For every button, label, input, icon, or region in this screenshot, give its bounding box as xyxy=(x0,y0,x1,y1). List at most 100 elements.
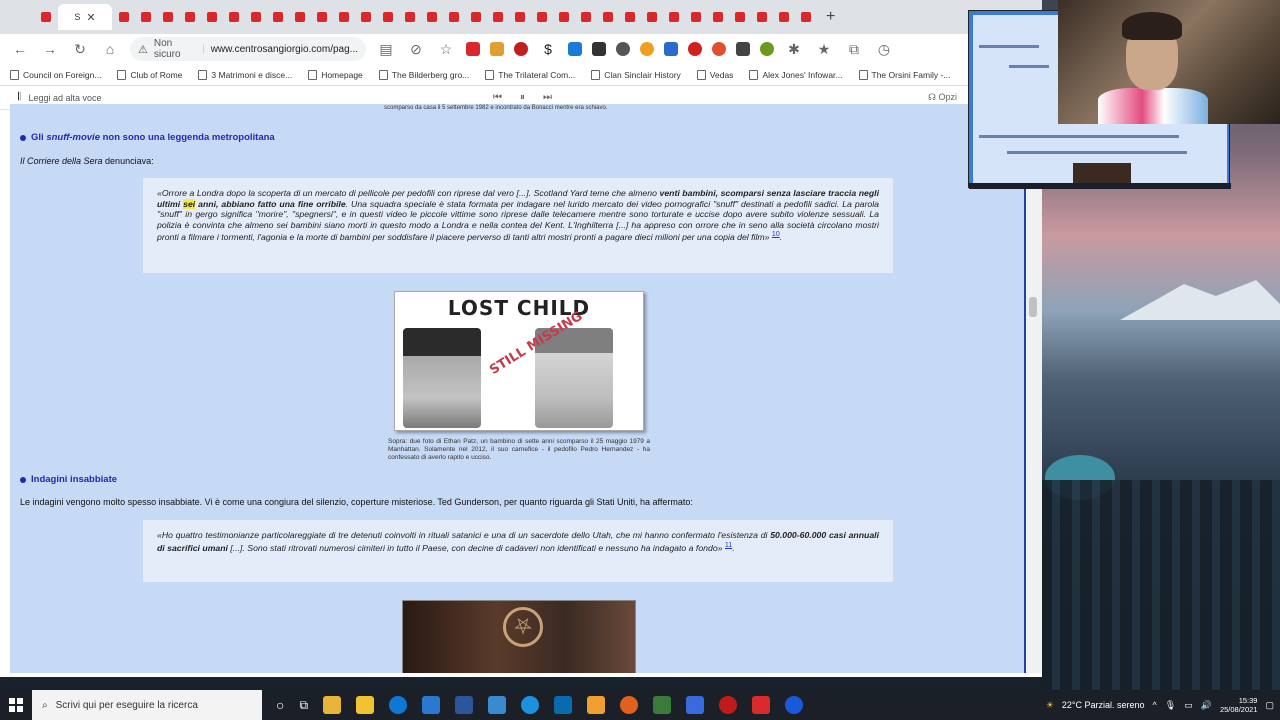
dollar-extension-icon[interactable]: $ xyxy=(538,39,558,59)
app-icon[interactable] xyxy=(752,696,771,714)
browser-tab[interactable] xyxy=(180,4,200,30)
browser-tab[interactable] xyxy=(202,4,222,30)
browser-tab[interactable] xyxy=(378,4,398,30)
cortana-icon[interactable]: ○ xyxy=(276,697,284,713)
extension-icon[interactable] xyxy=(592,42,606,56)
network-icon[interactable]: ▭ xyxy=(1184,700,1193,711)
app-icon[interactable] xyxy=(719,696,738,714)
bookmark-item[interactable]: Homepage xyxy=(308,69,363,80)
browser-tab[interactable] xyxy=(290,4,310,30)
reader-mode-icon[interactable]: ▤ xyxy=(376,39,396,59)
address-bar[interactable]: ⚠ Non sicuro | www.centrosangiorgio.com/… xyxy=(130,37,366,61)
browser-tab[interactable] xyxy=(400,4,420,30)
app-icon[interactable] xyxy=(587,696,606,714)
extension-icon[interactable] xyxy=(466,42,480,56)
tray-chevron-icon[interactable]: ^ xyxy=(1153,700,1157,710)
close-tab-icon[interactable]: ✕ xyxy=(86,11,95,24)
app-icon[interactable] xyxy=(686,696,705,714)
reload-icon[interactable]: ↻ xyxy=(70,39,90,59)
extension-icon[interactable] xyxy=(616,42,630,56)
taskbar-search[interactable]: ⌕ Scrivi qui per eseguire la ricerca xyxy=(32,690,262,720)
notifications-icon[interactable]: ▢ xyxy=(1265,700,1274,711)
browser-tab[interactable] xyxy=(334,4,354,30)
extension-icon[interactable] xyxy=(664,42,678,56)
bookmark-item[interactable]: The Trilateral Com... xyxy=(485,69,575,80)
browser-tab-active[interactable]: S ✕ xyxy=(58,4,112,30)
footnote-link[interactable]: 10 xyxy=(772,231,780,238)
browser-tab[interactable] xyxy=(422,4,442,30)
weather-text[interactable]: 22°C Parzial. sereno xyxy=(1062,700,1145,710)
browser-tab[interactable] xyxy=(246,4,266,30)
browser-tab[interactable] xyxy=(774,4,794,30)
bookmark-item[interactable]: The Bilderberg gro... xyxy=(378,69,469,80)
extension-icon[interactable] xyxy=(568,42,582,56)
store-icon[interactable] xyxy=(356,696,375,714)
history-icon[interactable]: ◷ xyxy=(874,39,894,59)
microphone-icon[interactable]: 🎙 xyxy=(1165,700,1176,711)
browser-tab[interactable] xyxy=(532,4,552,30)
browser-tab[interactable] xyxy=(510,4,530,30)
browser-tab[interactable] xyxy=(752,4,772,30)
bookmark-item[interactable]: Clan Sinclair History xyxy=(591,69,681,80)
browser-tab[interactable] xyxy=(136,4,156,30)
extension-icon[interactable] xyxy=(712,42,726,56)
browser-tab[interactable] xyxy=(796,4,816,30)
browser-tab[interactable] xyxy=(686,4,706,30)
extension-icon[interactable] xyxy=(688,42,702,56)
start-button[interactable] xyxy=(0,690,32,720)
file-explorer-icon[interactable] xyxy=(323,696,342,714)
weather-icon[interactable]: ☀ xyxy=(1046,700,1054,711)
browser-tab[interactable] xyxy=(224,4,244,30)
extension-icon[interactable] xyxy=(490,42,504,56)
read-aloud-options[interactable]: ☊ Opzi xyxy=(928,92,957,103)
browser-tab[interactable] xyxy=(664,4,684,30)
extension-icon[interactable] xyxy=(760,42,774,56)
pause-icon[interactable]: ⏸ xyxy=(520,92,525,103)
tracking-icon[interactable]: ⊘ xyxy=(406,39,426,59)
bookmark-item[interactable]: The Orsini Family -... xyxy=(858,69,950,80)
bookmark-item[interactable]: Vedas xyxy=(696,69,733,80)
app-icon[interactable] xyxy=(554,696,573,714)
extension-icon[interactable] xyxy=(514,42,528,56)
clock[interactable]: 15:39 25/08/2021 xyxy=(1220,696,1258,714)
bookmark-item[interactable]: 3 Matrimoni e disce... xyxy=(198,69,292,80)
browser-tab[interactable] xyxy=(708,4,728,30)
home-icon[interactable]: ⌂ xyxy=(100,39,120,59)
bookmark-item[interactable]: Alex Jones' Infowar... xyxy=(749,69,843,80)
browser-tab[interactable] xyxy=(554,4,574,30)
new-tab-button[interactable]: + xyxy=(826,8,835,26)
back-icon[interactable]: ← xyxy=(10,39,30,59)
task-view-icon[interactable]: ⧉ xyxy=(299,698,308,713)
bookmark-item[interactable]: Council on Foreign... xyxy=(10,69,101,80)
favorites-icon[interactable]: ★ xyxy=(814,39,834,59)
mail-icon[interactable] xyxy=(422,696,441,714)
app-icon[interactable] xyxy=(653,696,672,714)
browser-tab[interactable] xyxy=(444,4,464,30)
browser-tab[interactable] xyxy=(114,4,134,30)
app-icon[interactable] xyxy=(785,696,804,714)
browser-tab[interactable] xyxy=(312,4,332,30)
browser-tab[interactable] xyxy=(268,4,288,30)
previous-icon[interactable]: ⏮ xyxy=(493,92,502,103)
browser-tab[interactable] xyxy=(158,4,178,30)
extension-icon[interactable] xyxy=(736,42,750,56)
browser-tab[interactable] xyxy=(730,4,750,30)
favorite-star-icon[interactable]: ☆ xyxy=(436,39,456,59)
app-icon[interactable] xyxy=(488,696,507,714)
browser-tab[interactable] xyxy=(488,4,508,30)
scrollbar-thumb[interactable] xyxy=(1029,297,1037,317)
browser-tab[interactable] xyxy=(576,4,596,30)
firefox-icon[interactable] xyxy=(620,696,639,714)
browser-tab[interactable] xyxy=(466,4,486,30)
volume-icon[interactable]: 🔊 xyxy=(1201,700,1212,711)
bookmark-item[interactable]: Club of Rome xyxy=(117,69,182,80)
forward-icon[interactable]: → xyxy=(40,39,60,59)
next-icon[interactable]: ⏭ xyxy=(543,92,552,103)
browser-tab[interactable] xyxy=(598,4,618,30)
browser-tab[interactable] xyxy=(642,4,662,30)
extensions-puzzle-icon[interactable]: ✱ xyxy=(784,39,804,59)
browser-tab[interactable] xyxy=(36,4,56,30)
browser-tab[interactable] xyxy=(356,4,376,30)
footnote-link[interactable]: 11 xyxy=(725,542,732,549)
extension-icon[interactable] xyxy=(640,42,654,56)
